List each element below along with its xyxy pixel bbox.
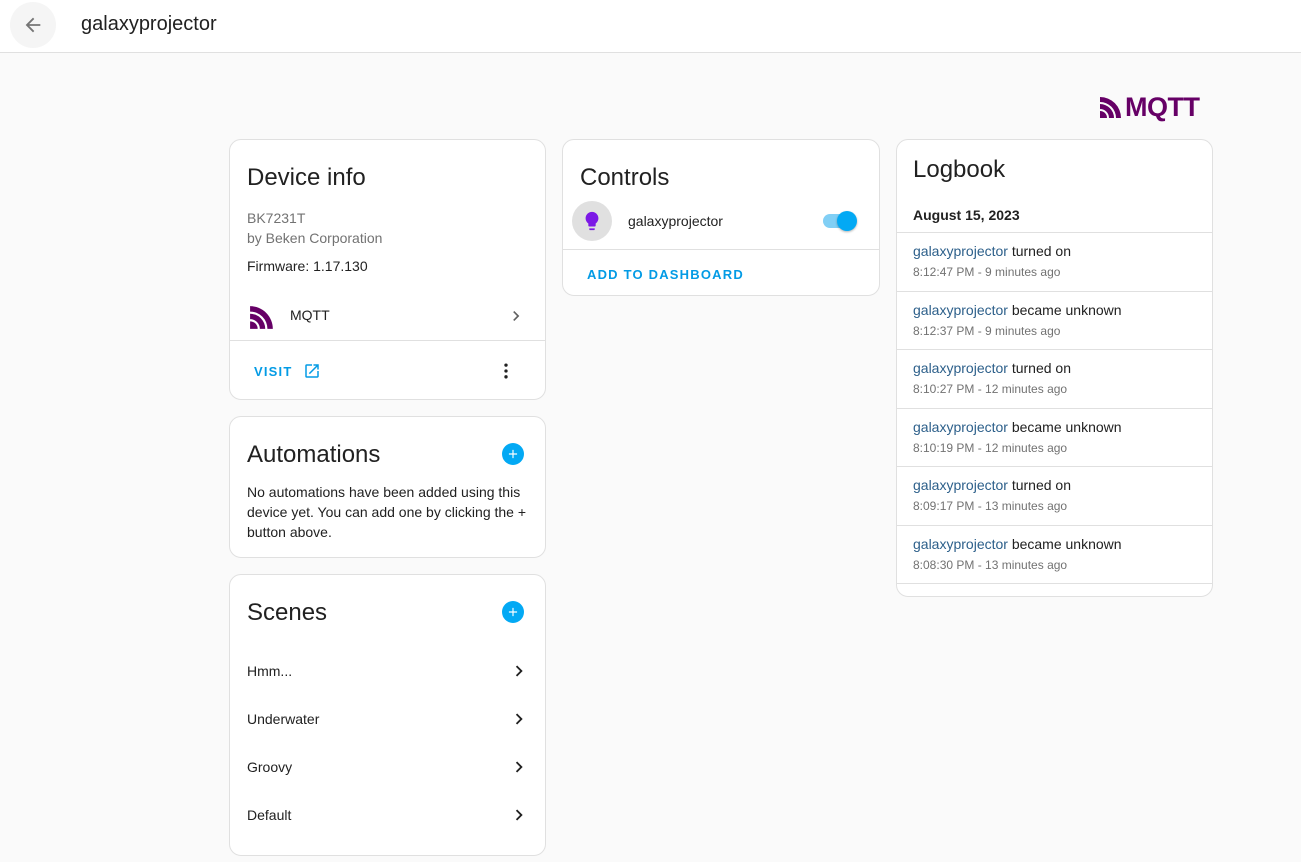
add-automation-button[interactable] — [502, 443, 524, 465]
scene-item[interactable]: Default — [230, 792, 545, 840]
scene-item[interactable]: Hmm... — [230, 648, 545, 696]
log-time: 8:12:37 PM - 9 minutes ago — [913, 323, 1061, 338]
controls-title: Controls — [580, 164, 670, 191]
page-title: galaxyprojector — [81, 13, 217, 35]
log-action: turned on — [1011, 243, 1071, 259]
automations-card: Automations No automations have been add… — [229, 416, 546, 558]
visit-label: VISIT — [254, 363, 293, 379]
entity-row: galaxyprojector — [563, 200, 879, 248]
log-time: 8:10:27 PM - 12 minutes ago — [913, 382, 1068, 396]
visit-button[interactable]: VISIT — [246, 355, 329, 387]
chevron-right-icon — [515, 665, 523, 677]
entity-toggle[interactable] — [821, 210, 859, 231]
mqtt-logo-text: MQTT — [1125, 91, 1200, 122]
log-entry: galaxyprojector turned on 8:12:47 PM - 9… — [897, 232, 1212, 291]
controls-card-actions: ADD TO DASHBOARD — [563, 249, 879, 295]
scene-label: Hmm... — [247, 663, 293, 679]
log-time: 8:12:47 PM - 9 minutes ago — [913, 265, 1061, 279]
scene-item[interactable]: Groovy — [230, 744, 545, 792]
logbook-title: Logbook — [913, 156, 1006, 183]
log-entry: galaxyprojector became unknown 8:12:37 P… — [897, 290, 1212, 350]
chevron-right-icon — [513, 311, 520, 321]
top-app-bar: galaxyprojector — [0, 0, 1301, 53]
log-entity-link[interactable]: galaxyprojector — [913, 360, 1008, 376]
log-entry: galaxyprojector became unknown 8:10:19 P… — [897, 407, 1212, 467]
mqtt-logo: MQTT — [1099, 91, 1200, 122]
log-entry: galaxyprojector became unknown 8:08:30 P… — [897, 524, 1212, 584]
device-manufacturer: by Beken Corporation — [247, 230, 383, 246]
entity-name[interactable]: galaxyprojector — [628, 213, 723, 229]
chevron-right-icon — [515, 809, 523, 821]
log-entity-link[interactable]: galaxyprojector — [913, 302, 1008, 318]
log-entity-link[interactable]: galaxyprojector — [913, 243, 1008, 259]
integration-row-mqtt[interactable]: MQTT — [230, 292, 545, 340]
dots-vertical-icon — [504, 363, 508, 379]
controls-card: Controls galaxyprojector ADD TO DASHBOAR… — [562, 139, 880, 296]
scene-label: Default — [247, 807, 292, 823]
scenes-card: Scenes Hmm... Underwater Groovy Default — [229, 574, 546, 856]
log-entity-link[interactable]: galaxyprojector — [913, 477, 1008, 493]
automations-title: Automations — [247, 441, 381, 468]
log-time: 8:09:17 PM - 13 minutes ago — [913, 499, 1068, 513]
mqtt-logo-icon — [1100, 97, 1121, 118]
device-info-title: Device info — [247, 164, 366, 191]
log-entry: galaxyprojector turned on 8:09:17 PM - 1… — [897, 466, 1212, 525]
more-options-button[interactable] — [490, 355, 522, 387]
scenes-title: Scenes — [247, 599, 328, 626]
scene-label: Groovy — [247, 759, 293, 775]
logbook-list: galaxyprojector turned on 8:12:47 PM - 9… — [897, 232, 1212, 596]
log-action: became unknown — [1011, 535, 1122, 552]
log-action: became unknown — [1011, 301, 1122, 318]
device-firmware: Firmware: 1.17.130 — [247, 258, 368, 274]
log-entry-partial — [897, 583, 1212, 596]
integration-label: MQTT — [290, 307, 330, 323]
toggle-thumb — [837, 211, 857, 231]
back-button[interactable] — [10, 2, 56, 48]
logbook-date: August 15, 2023 — [913, 207, 1020, 223]
chevron-right-icon — [515, 713, 523, 725]
add-scene-button[interactable] — [502, 601, 524, 623]
device-card-actions: VISIT — [230, 340, 545, 399]
log-entity-link[interactable]: galaxyprojector — [913, 419, 1008, 435]
entity-icon-button[interactable] — [572, 201, 612, 241]
scene-item[interactable]: Underwater — [230, 696, 545, 744]
log-time: 8:10:19 PM - 12 minutes ago — [913, 440, 1068, 455]
open-in-new-icon — [304, 364, 319, 378]
log-entry: galaxyprojector turned on 8:10:27 PM - 1… — [897, 349, 1212, 408]
chevron-right-icon — [515, 761, 523, 773]
log-time: 8:08:30 PM - 13 minutes ago — [913, 557, 1068, 572]
lightbulb-icon — [585, 211, 599, 231]
add-to-dashboard-button[interactable]: ADD TO DASHBOARD — [579, 258, 752, 290]
device-info-card: Device info BK7231T by Beken Corporation… — [229, 139, 546, 400]
logbook-card: Logbook August 15, 2023 galaxyprojector … — [896, 139, 1213, 597]
log-action: became unknown — [1011, 418, 1122, 435]
mqtt-icon — [250, 306, 273, 329]
plus-icon — [508, 607, 518, 617]
scene-label: Underwater — [247, 711, 320, 727]
device-model: BK7231T — [247, 210, 306, 226]
log-action: turned on — [1011, 360, 1071, 376]
log-entity-link[interactable]: galaxyprojector — [913, 536, 1008, 552]
automations-empty-text: No automations have been added using thi… — [247, 484, 527, 540]
plus-icon — [508, 449, 518, 459]
log-action: turned on — [1011, 477, 1071, 493]
arrow-left-icon — [25, 17, 41, 33]
